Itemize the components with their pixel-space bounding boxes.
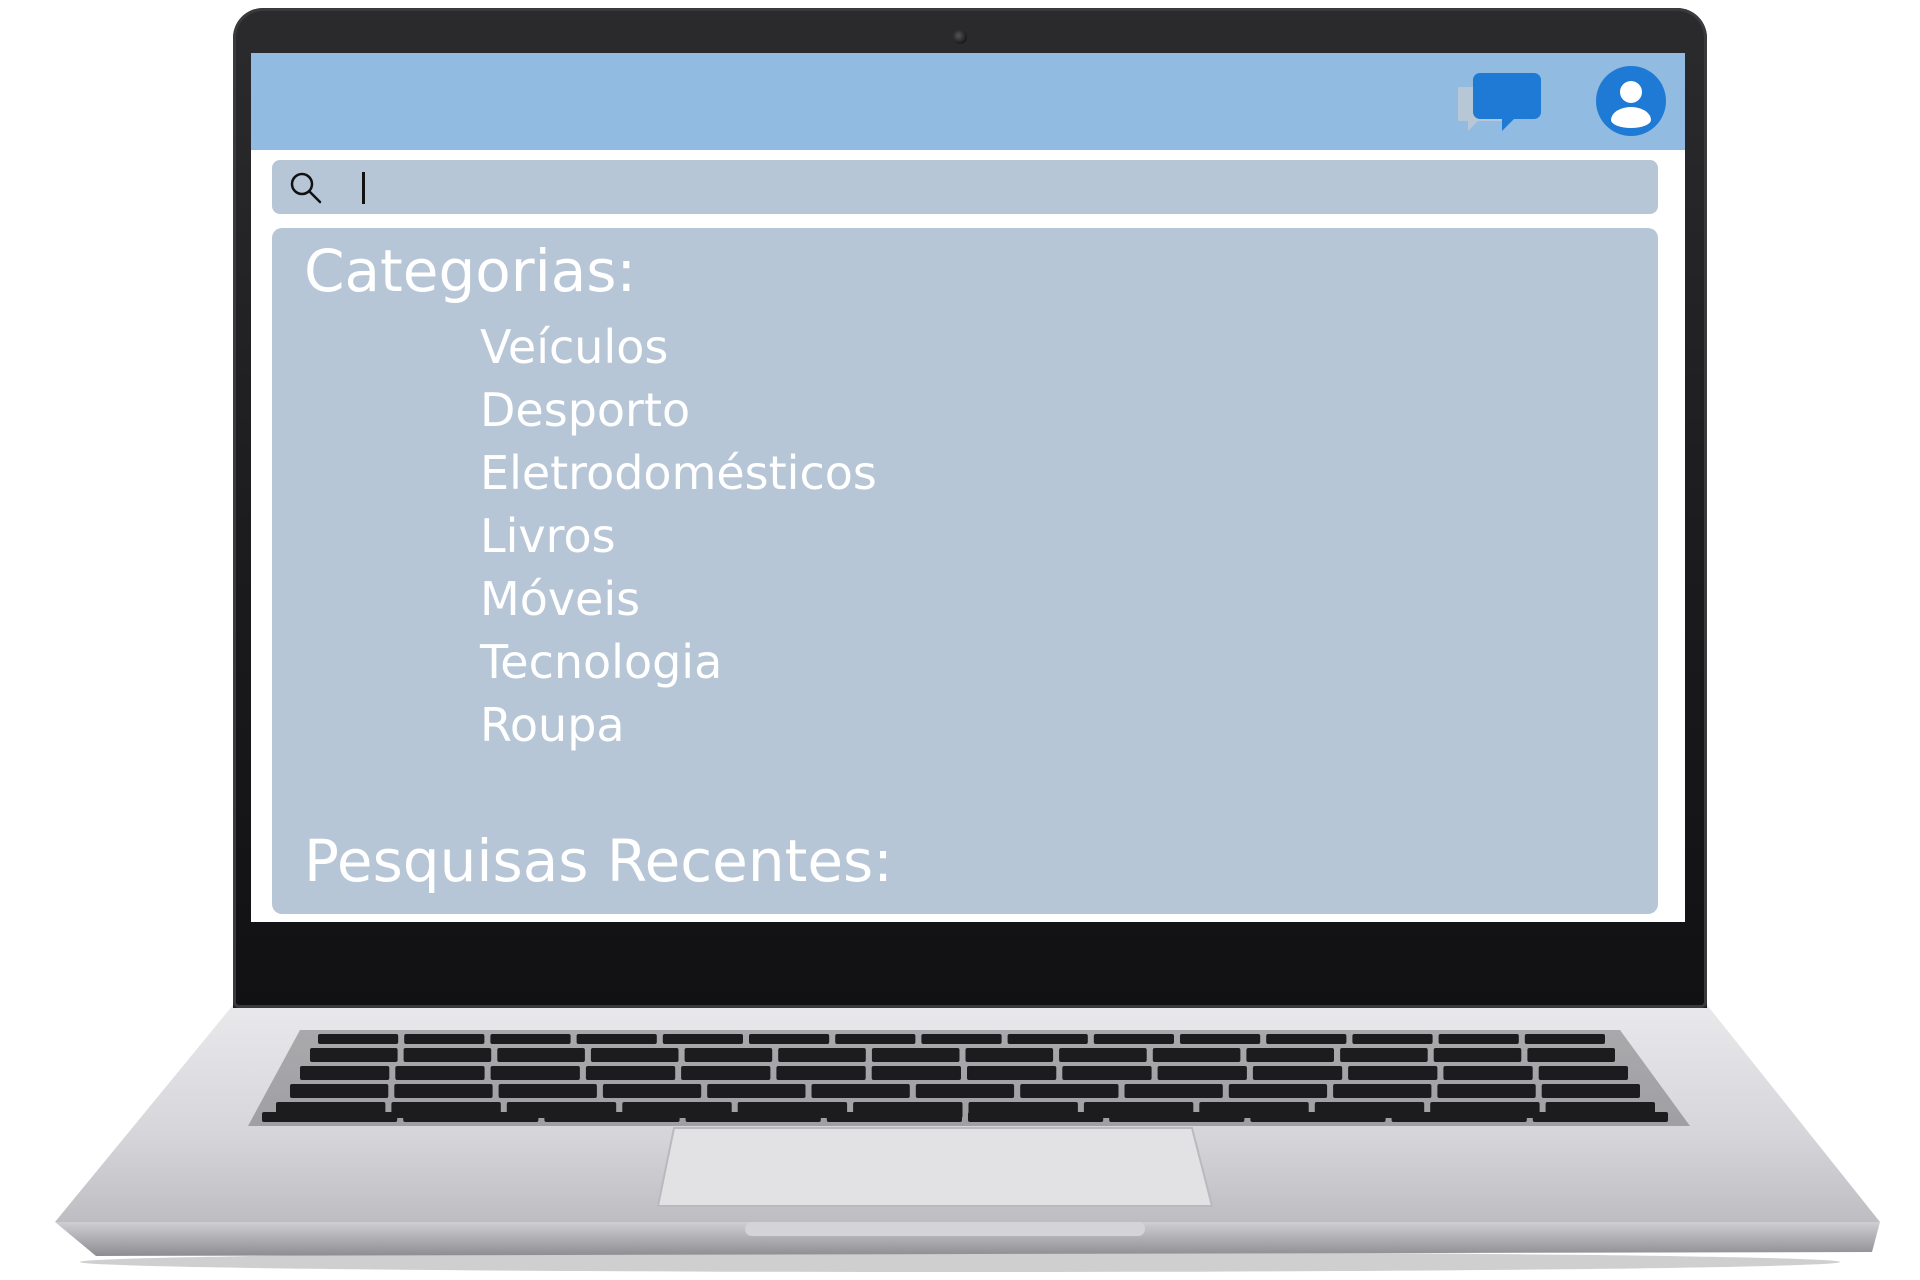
keyboard-key — [871, 1066, 961, 1080]
keyboard-key — [1250, 1112, 1386, 1122]
keyboard-key — [835, 1034, 916, 1044]
category-item-roupa[interactable]: Roupa — [480, 694, 877, 757]
keyboard-key — [544, 1112, 680, 1122]
keyboard-key — [1333, 1084, 1432, 1098]
keyboard-key — [590, 1048, 679, 1062]
categories-heading: Categorias: — [304, 237, 637, 305]
keyboard-key — [585, 1066, 676, 1080]
keyboard-key — [318, 1034, 399, 1044]
keyboard-key — [871, 1048, 960, 1062]
webcam — [953, 30, 967, 44]
keyboard-key — [1157, 1066, 1247, 1080]
keyboard-key — [778, 1048, 866, 1062]
keyboard-key — [1152, 1048, 1241, 1062]
keyboard-key — [602, 1084, 702, 1098]
keyboard-key — [290, 1084, 389, 1098]
keyboard-key — [1109, 1112, 1245, 1122]
keyboard-key — [1532, 1112, 1668, 1122]
keyboard-key — [262, 1112, 398, 1122]
keyboard-key — [1391, 1112, 1527, 1122]
keyboard-key — [1340, 1048, 1428, 1062]
keyboard-key — [1348, 1066, 1438, 1080]
keyboard-key — [915, 1084, 1015, 1098]
keyboard-key — [404, 1034, 485, 1044]
keyboard-key — [1093, 1034, 1174, 1044]
keyboard-key — [776, 1066, 866, 1080]
keyboard-key — [576, 1034, 657, 1044]
keyboard-key — [684, 1048, 773, 1062]
categories-list: Veículos Desporto Eletrodomésticos Livro… — [480, 316, 877, 757]
keyboard-key — [1246, 1048, 1334, 1062]
keyboard-key — [662, 1034, 743, 1044]
keyboard-key — [968, 1112, 1104, 1122]
keyboard-key — [1252, 1066, 1343, 1080]
screen: Categorias: Veículos Desporto Eletrodomé… — [251, 53, 1685, 922]
keyboard-key — [1541, 1084, 1640, 1098]
keyboard-key — [395, 1066, 485, 1080]
keyboard-key — [681, 1066, 771, 1080]
keyboard-key — [1062, 1066, 1152, 1080]
keyboard-key — [685, 1112, 821, 1122]
keyboard-key — [497, 1048, 585, 1062]
keyboard-key — [1352, 1034, 1433, 1044]
search-input[interactable] — [332, 166, 1632, 208]
keyboard-key — [403, 1112, 539, 1122]
keyboard-key — [1228, 1084, 1328, 1098]
keyboard-key — [1527, 1048, 1615, 1062]
keyboard-key — [811, 1084, 910, 1098]
profile-icon[interactable] — [1594, 64, 1668, 138]
category-item-livros[interactable]: Livros — [480, 505, 877, 568]
keyboard-key — [300, 1066, 390, 1080]
recent-searches-heading: Pesquisas Recentes: — [304, 827, 893, 895]
keyboard-key — [1266, 1034, 1347, 1044]
category-item-desporto[interactable]: Desporto — [480, 379, 877, 442]
keyboard-key — [1438, 1034, 1519, 1044]
keyboard-key — [749, 1034, 830, 1044]
keyboard-key — [965, 1048, 1054, 1062]
keyboard-key — [967, 1066, 1057, 1080]
keyboard-key — [826, 1112, 962, 1122]
keyboard-key — [1437, 1084, 1536, 1098]
category-item-eletrodomesticos[interactable]: Eletrodomésticos — [480, 442, 877, 505]
keyboard-key — [1007, 1034, 1088, 1044]
keyboard-key — [1524, 1034, 1605, 1044]
keyboard-key — [490, 1034, 571, 1044]
keyboard-key — [403, 1048, 492, 1062]
keyboard-key — [1443, 1066, 1533, 1080]
category-item-veiculos[interactable]: Veículos — [480, 316, 877, 379]
keyboard-key — [310, 1048, 398, 1062]
keyboard-key — [1020, 1084, 1119, 1098]
keyboard-key — [1433, 1048, 1522, 1062]
header-bar — [251, 53, 1685, 150]
keyboard-key — [394, 1084, 493, 1098]
text-caret — [362, 172, 365, 204]
search-bar[interactable] — [272, 160, 1658, 214]
chat-icon[interactable] — [1458, 71, 1542, 137]
keyboard-key — [1124, 1084, 1223, 1098]
category-item-tecnologia[interactable]: Tecnologia — [480, 631, 877, 694]
search-dropdown-panel: Categorias: Veículos Desporto Eletrodomé… — [272, 228, 1658, 914]
keyboard-key — [921, 1034, 1002, 1044]
keyboard-key — [1538, 1066, 1628, 1080]
keyboard-key — [1059, 1048, 1147, 1062]
keyboard-key — [490, 1066, 580, 1080]
keyboard-key — [1180, 1034, 1261, 1044]
search-icon — [290, 172, 322, 204]
keyboard-key — [498, 1084, 597, 1098]
keyboard-key — [707, 1084, 806, 1098]
category-item-moveis[interactable]: Móveis — [480, 568, 877, 631]
